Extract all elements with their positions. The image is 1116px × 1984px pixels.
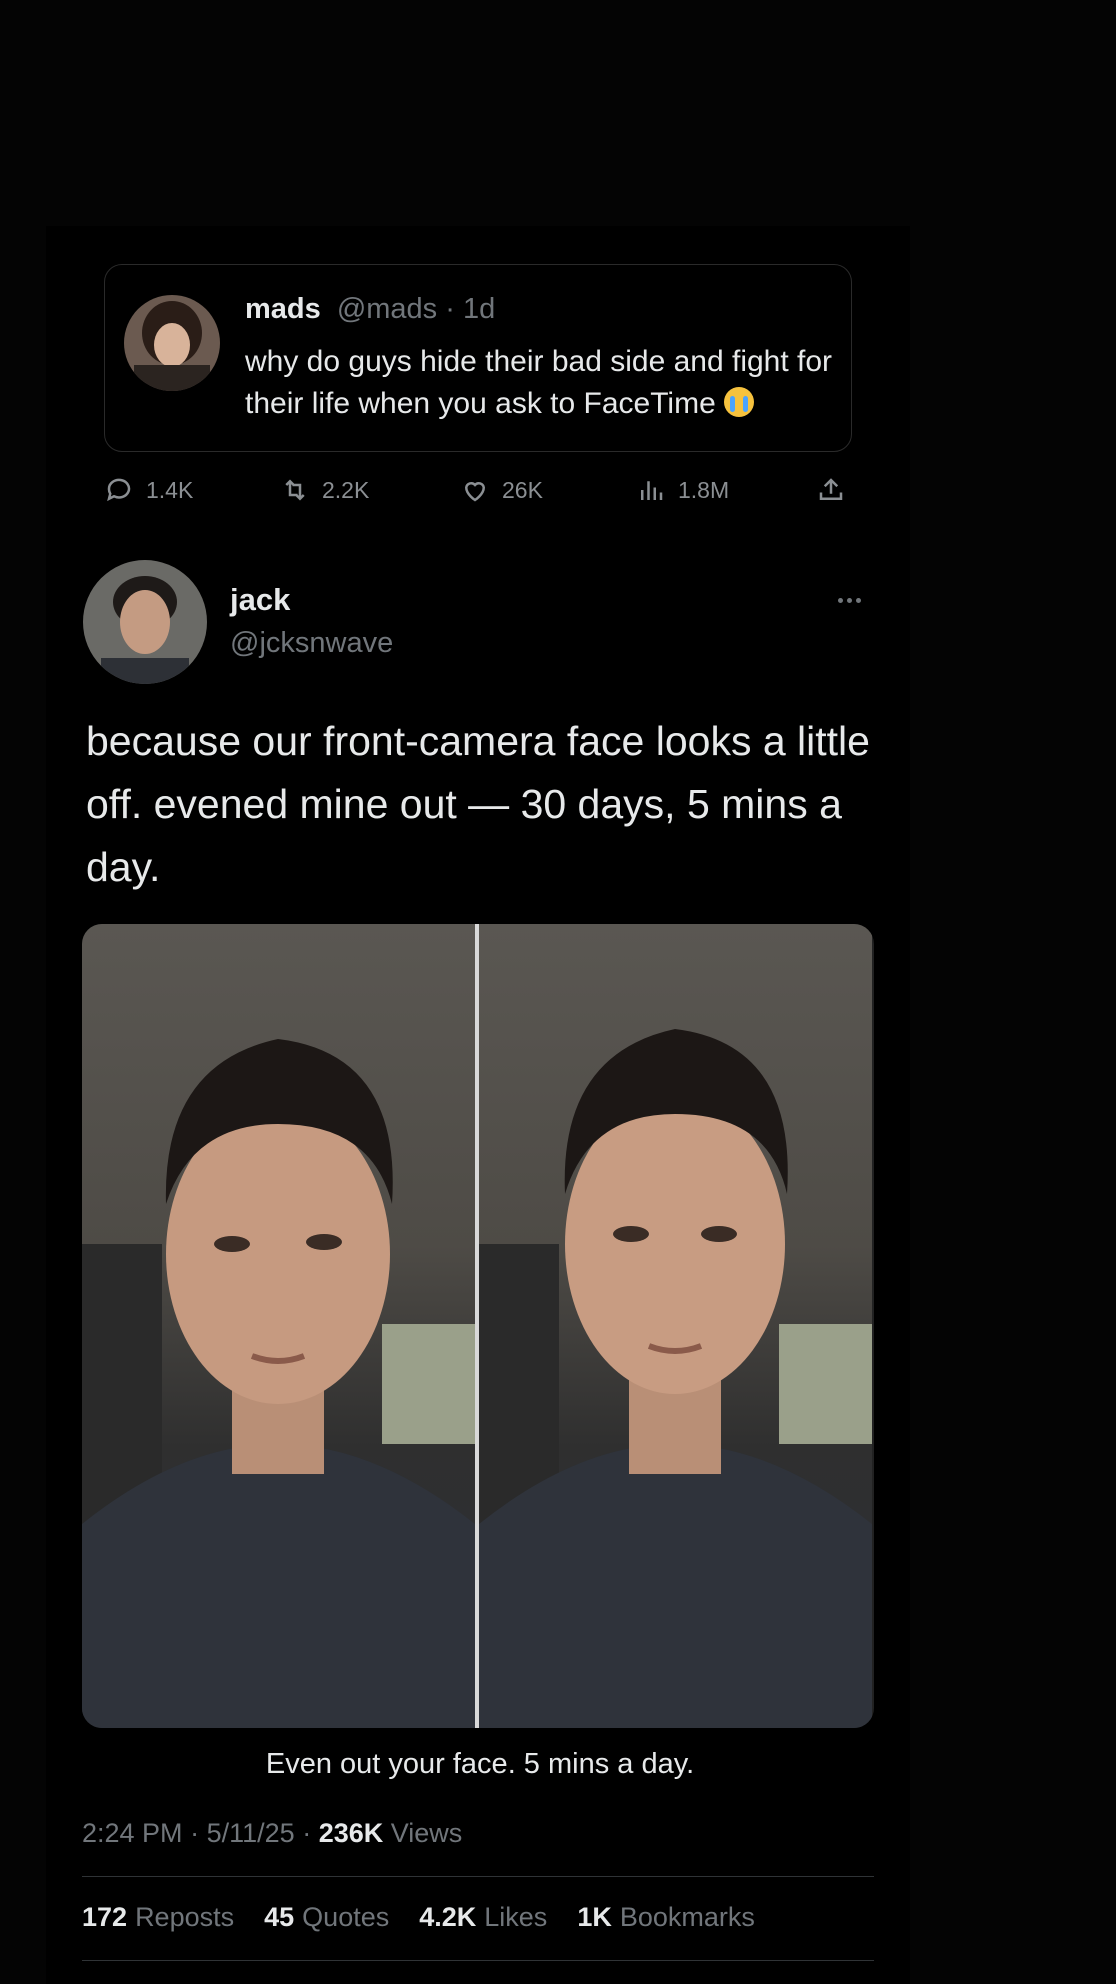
divider-top (82, 1876, 874, 1877)
before-photo-face (82, 1039, 475, 1728)
bookmarks-stat[interactable]: 1K Bookmarks (577, 1902, 755, 1933)
before-photo (82, 924, 475, 1728)
share-button[interactable] (816, 470, 846, 510)
after-photo-face (479, 1029, 872, 1728)
quotes-stat[interactable]: 45 Quotes (264, 1902, 389, 1933)
views-label: Views (390, 1818, 463, 1848)
post-date[interactable]: 5/11/25 (207, 1818, 295, 1848)
quoted-tweet-card[interactable]: mads @mads · 1d why do guys hide their b… (104, 264, 852, 452)
post-media[interactable] (82, 924, 874, 1728)
post-text: because our front-camera face looks a li… (86, 718, 870, 890)
reply-button[interactable]: 1.4K (104, 470, 193, 510)
like-button[interactable]: 26K (460, 470, 543, 510)
quoted-text: why do guys hide their bad side and figh… (245, 341, 835, 425)
meta-separator: · (302, 1818, 319, 1848)
media-caption: Even out your face. 5 mins a day. (265, 1748, 695, 1780)
quoted-header: mads @mads · 1d (245, 293, 495, 326)
repost-button[interactable]: 2.2K (280, 470, 369, 510)
divider-bottom (82, 1960, 874, 1961)
views-button[interactable]: 1.8M (636, 470, 729, 510)
analytics-icon (641, 481, 663, 500)
quotes-count: 45 (264, 1902, 295, 1932)
views-count: 1.8M (678, 476, 730, 503)
quoted-avatar[interactable] (124, 295, 220, 391)
reposts-count: 172 (82, 1902, 128, 1932)
quoted-meta: @mads · 1d (336, 293, 496, 325)
author-name[interactable]: jack (230, 582, 290, 618)
repost-count: 2.2K (322, 476, 370, 503)
photo-divider (475, 924, 479, 1728)
after-photo (479, 924, 872, 1728)
meta-separator: · (190, 1818, 207, 1848)
share-icon (819, 478, 843, 500)
quotes-label: Quotes (302, 1902, 390, 1932)
author-handle[interactable]: @jcksnwave (230, 627, 393, 660)
quoted-avatar-image (124, 295, 220, 391)
likes-count: 4.2K (419, 1902, 477, 1932)
likes-label: Likes (484, 1902, 548, 1932)
bookmarks-count: 1K (577, 1902, 612, 1932)
post-meta: 2:24 PM · 5/11/25 · 236K Views (82, 1818, 462, 1849)
repost-icon (285, 479, 305, 501)
quoted-name[interactable]: mads (245, 293, 321, 325)
loudly-crying-face-icon (724, 387, 755, 417)
action-bar: 1.4K 2.2K 26K 1.8M (104, 470, 850, 510)
reply-count: 1.4K (146, 476, 194, 503)
reposts-label: Reposts (135, 1902, 235, 1932)
bookmarks-label: Bookmarks (619, 1902, 755, 1932)
views-total: 236K (318, 1818, 384, 1848)
like-count: 26K (502, 476, 543, 503)
author-avatar[interactable] (83, 560, 207, 684)
post-time[interactable]: 2:24 PM (82, 1818, 183, 1848)
reply-icon (107, 478, 131, 502)
reposts-stat[interactable]: 172 Reposts (82, 1902, 234, 1933)
more-options-icon[interactable] (838, 590, 874, 610)
engagement-stats: 172 Reposts 45 Quotes 4.2K Likes 1K Bookmark… (82, 1902, 755, 1933)
likes-stat[interactable]: 4.2K Likes (419, 1902, 547, 1933)
author-avatar-image (83, 560, 207, 684)
heart-icon (464, 482, 486, 502)
